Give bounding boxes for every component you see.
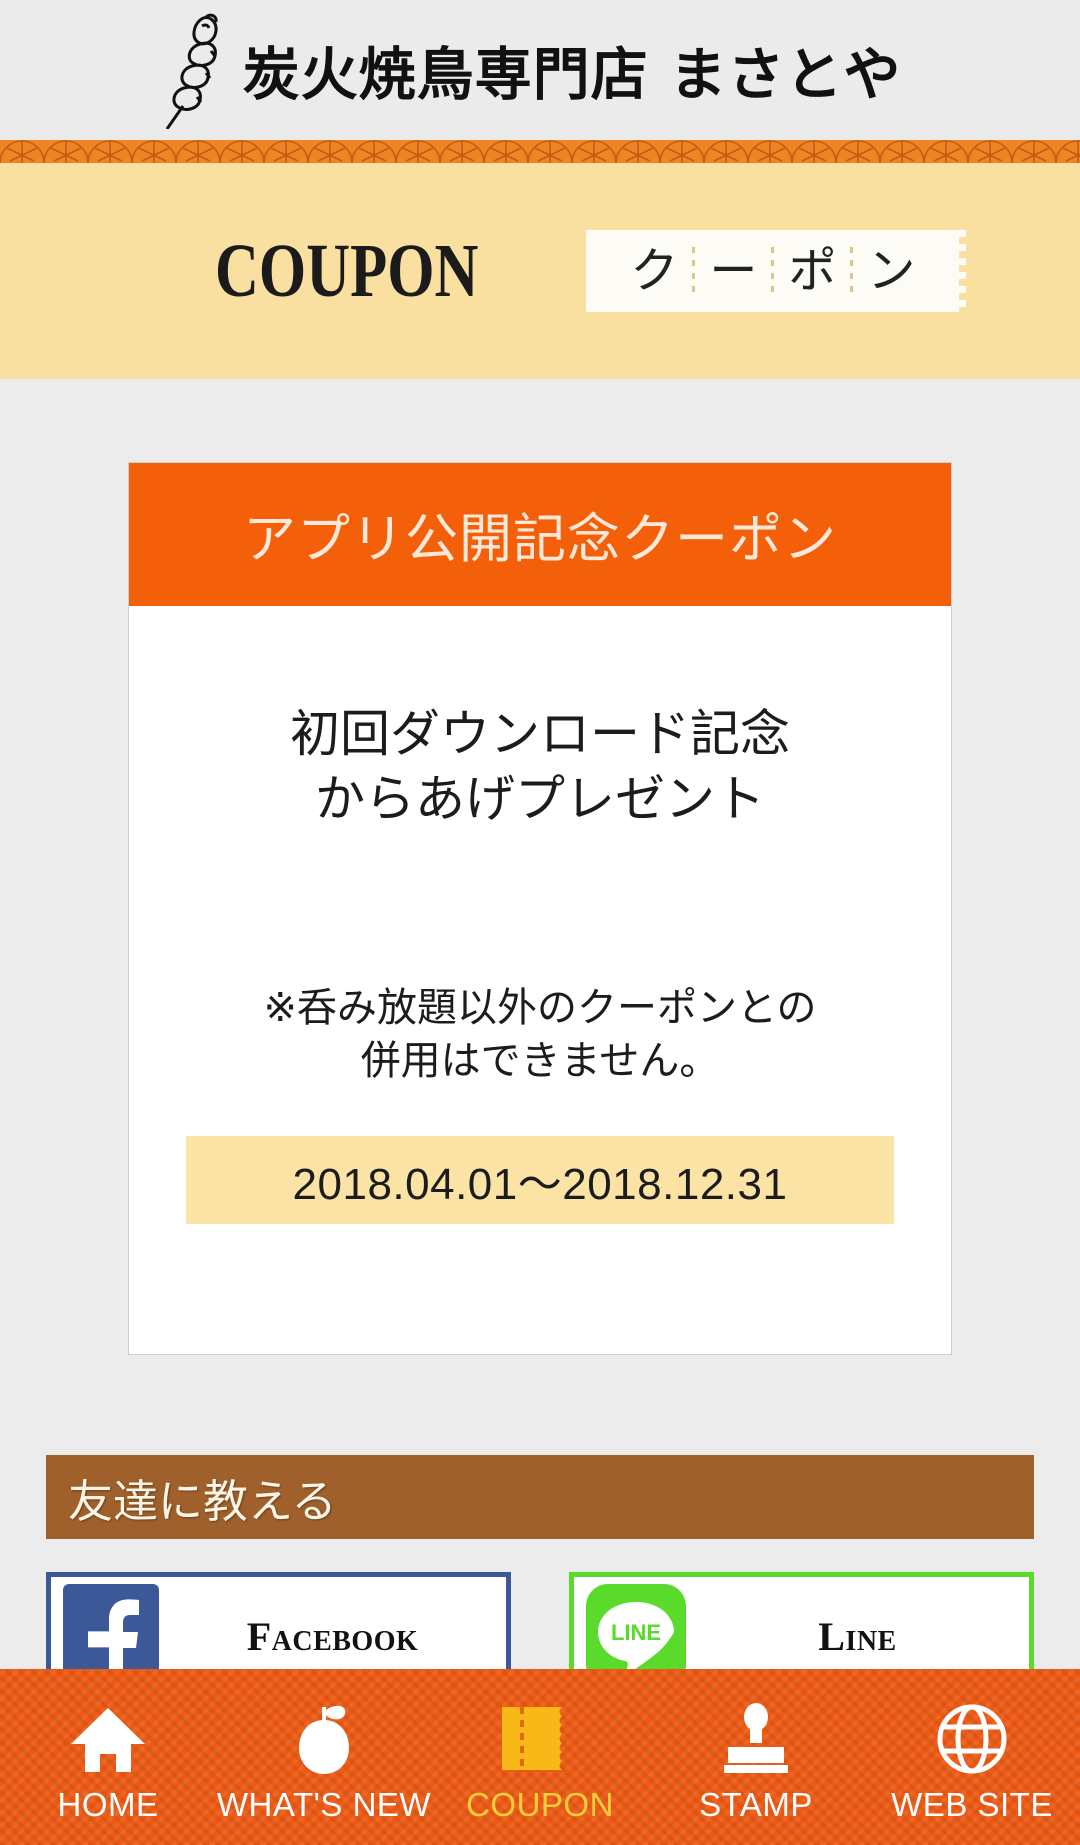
- nav-item-whats-new[interactable]: WHAT'S NEW: [216, 1669, 432, 1845]
- title-kana-2: ー: [709, 243, 758, 299]
- share-facebook-label: Facebook: [246, 1613, 419, 1659]
- nav-item-coupon[interactable]: COUPON: [432, 1669, 648, 1845]
- page-title: COUPON: [215, 228, 479, 313]
- page-title-ticket: ク ー ポ ン: [586, 230, 967, 312]
- apple-icon: [289, 1700, 359, 1778]
- nav-label-home: HOME: [57, 1786, 159, 1823]
- nav-label-coupon: COUPON: [466, 1786, 614, 1823]
- title-kana-4: ン: [867, 243, 916, 299]
- share-line-label: Line: [818, 1613, 897, 1659]
- coupon-card-body: 初回ダウンロード記念 からあげプレゼント ※呑み放題以外のクーポンとの 併用はで…: [129, 606, 951, 1354]
- share-section-label: 友達に教える: [68, 1474, 337, 1528]
- nav-label-stamp: STAMP: [699, 1786, 813, 1823]
- nav-item-web-site[interactable]: WEB SITE: [864, 1669, 1080, 1845]
- nav-label-web-site: WEB SITE: [891, 1786, 1053, 1823]
- shop-logo: 炭火焼鳥専門店 まさとや: [159, 11, 902, 129]
- coupon-validity-period: 2018.04.01〜2018.12.31: [186, 1136, 894, 1225]
- coupon-heading: アプリ公開記念クーポン: [243, 508, 837, 570]
- decorative-scallop-divider: [0, 140, 1080, 163]
- coupon-description-line-2: からあげプレゼント: [315, 770, 765, 828]
- title-kana-3: ポ: [788, 243, 837, 299]
- yakitori-skewer-icon: [165, 13, 218, 129]
- globe-icon: [935, 1700, 1009, 1778]
- share-section-banner: 友達に教える: [46, 1455, 1034, 1539]
- shop-name: 炭火焼鳥専門店 まさとや: [242, 42, 902, 108]
- nav-label-whats-new: WHAT'S NEW: [216, 1786, 432, 1823]
- coupon-page: 炭火焼鳥専門店 まさとや COUPON ク ー ポ ン アプリ公開記念クーポン …: [0, 0, 1080, 1845]
- svg-text:LINE: LINE: [611, 1620, 661, 1645]
- coupon-description: 初回ダウンロード記念 からあげプレゼント: [290, 702, 790, 832]
- bottom-navigation-bar: HOME WHAT'S NEW COUPON STAMP WEB SITE: [0, 1669, 1080, 1845]
- title-kana-1: ク: [630, 243, 679, 299]
- coupon-card[interactable]: アプリ公開記念クーポン 初回ダウンロード記念 からあげプレゼント ※呑み放題以外…: [128, 462, 952, 1355]
- home-icon: [69, 1700, 147, 1778]
- nav-item-stamp[interactable]: STAMP: [648, 1669, 864, 1845]
- page-title-band: COUPON ク ー ポ ン: [0, 163, 1080, 379]
- ticket-icon: [500, 1700, 580, 1778]
- coupon-note-line-2: 併用はできません。: [360, 1038, 720, 1085]
- coupon-card-header: アプリ公開記念クーポン: [129, 463, 951, 606]
- coupon-period-text: 2018.04.01〜2018.12.31: [292, 1160, 788, 1210]
- nav-item-home[interactable]: HOME: [0, 1669, 216, 1845]
- coupon-note-line-1: ※呑み放題以外のクーポンとの: [263, 985, 817, 1031]
- coupon-description-line-1: 初回ダウンロード記念: [290, 705, 790, 763]
- coupon-note: ※呑み放題以外のクーポンとの 併用はできません。: [263, 982, 816, 1088]
- stamp-icon: [718, 1700, 794, 1778]
- site-header: 炭火焼鳥専門店 まさとや: [0, 0, 1080, 140]
